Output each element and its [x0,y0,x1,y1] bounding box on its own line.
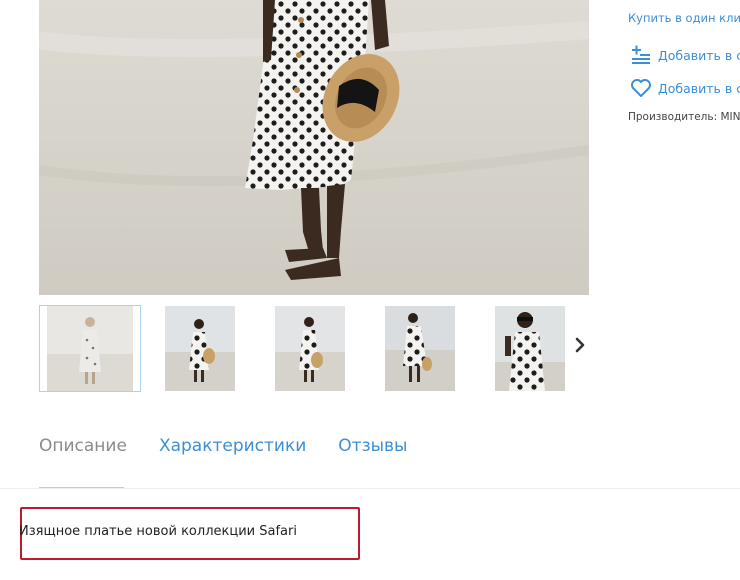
photo-full-length-front [47,306,133,391]
buy-one-click-link[interactable]: Купить в один клик [628,11,740,25]
photo-full-length-walking [385,306,455,391]
next-thumbnails-button[interactable] [572,335,588,359]
photo-closeup-sunglasses [495,306,565,391]
thumbnail-5[interactable] [479,305,581,392]
tab-specifications[interactable]: Характеристики [159,436,306,458]
description-text: Изящное платье новой коллекции Safari [19,524,297,539]
tabs-divider [0,488,740,489]
photo-full-length-hat [165,306,235,391]
thumbnail-3[interactable] [259,305,361,392]
chevron-right-icon [574,337,586,357]
add-to-compare-label: Добавить в сравнение [658,47,740,63]
thumbnail-4[interactable] [369,305,471,392]
manufacturer-text: Производитель: MINA [628,111,740,123]
heart-icon [630,78,652,98]
thumbnail-strip [39,305,599,393]
add-to-favorites-button[interactable]: Добавить в список желаний [630,78,740,98]
product-main-photo[interactable] [39,0,589,295]
tab-description[interactable]: Описание [39,436,127,458]
add-to-compare-button[interactable]: Добавить в сравнение [630,45,740,65]
thumbnail-2[interactable] [149,305,251,392]
list-add-icon [630,45,652,65]
product-tabs: Описание Характеристики Отзывы [39,436,439,458]
thumbnail-1[interactable] [39,305,141,392]
tab-reviews[interactable]: Отзывы [338,436,407,458]
photo-full-length-side [275,306,345,391]
add-to-favorites-label: Добавить в список желаний [658,80,740,96]
product-actions-panel: Купить в один клик Добавить в сравнение … [628,0,740,140]
